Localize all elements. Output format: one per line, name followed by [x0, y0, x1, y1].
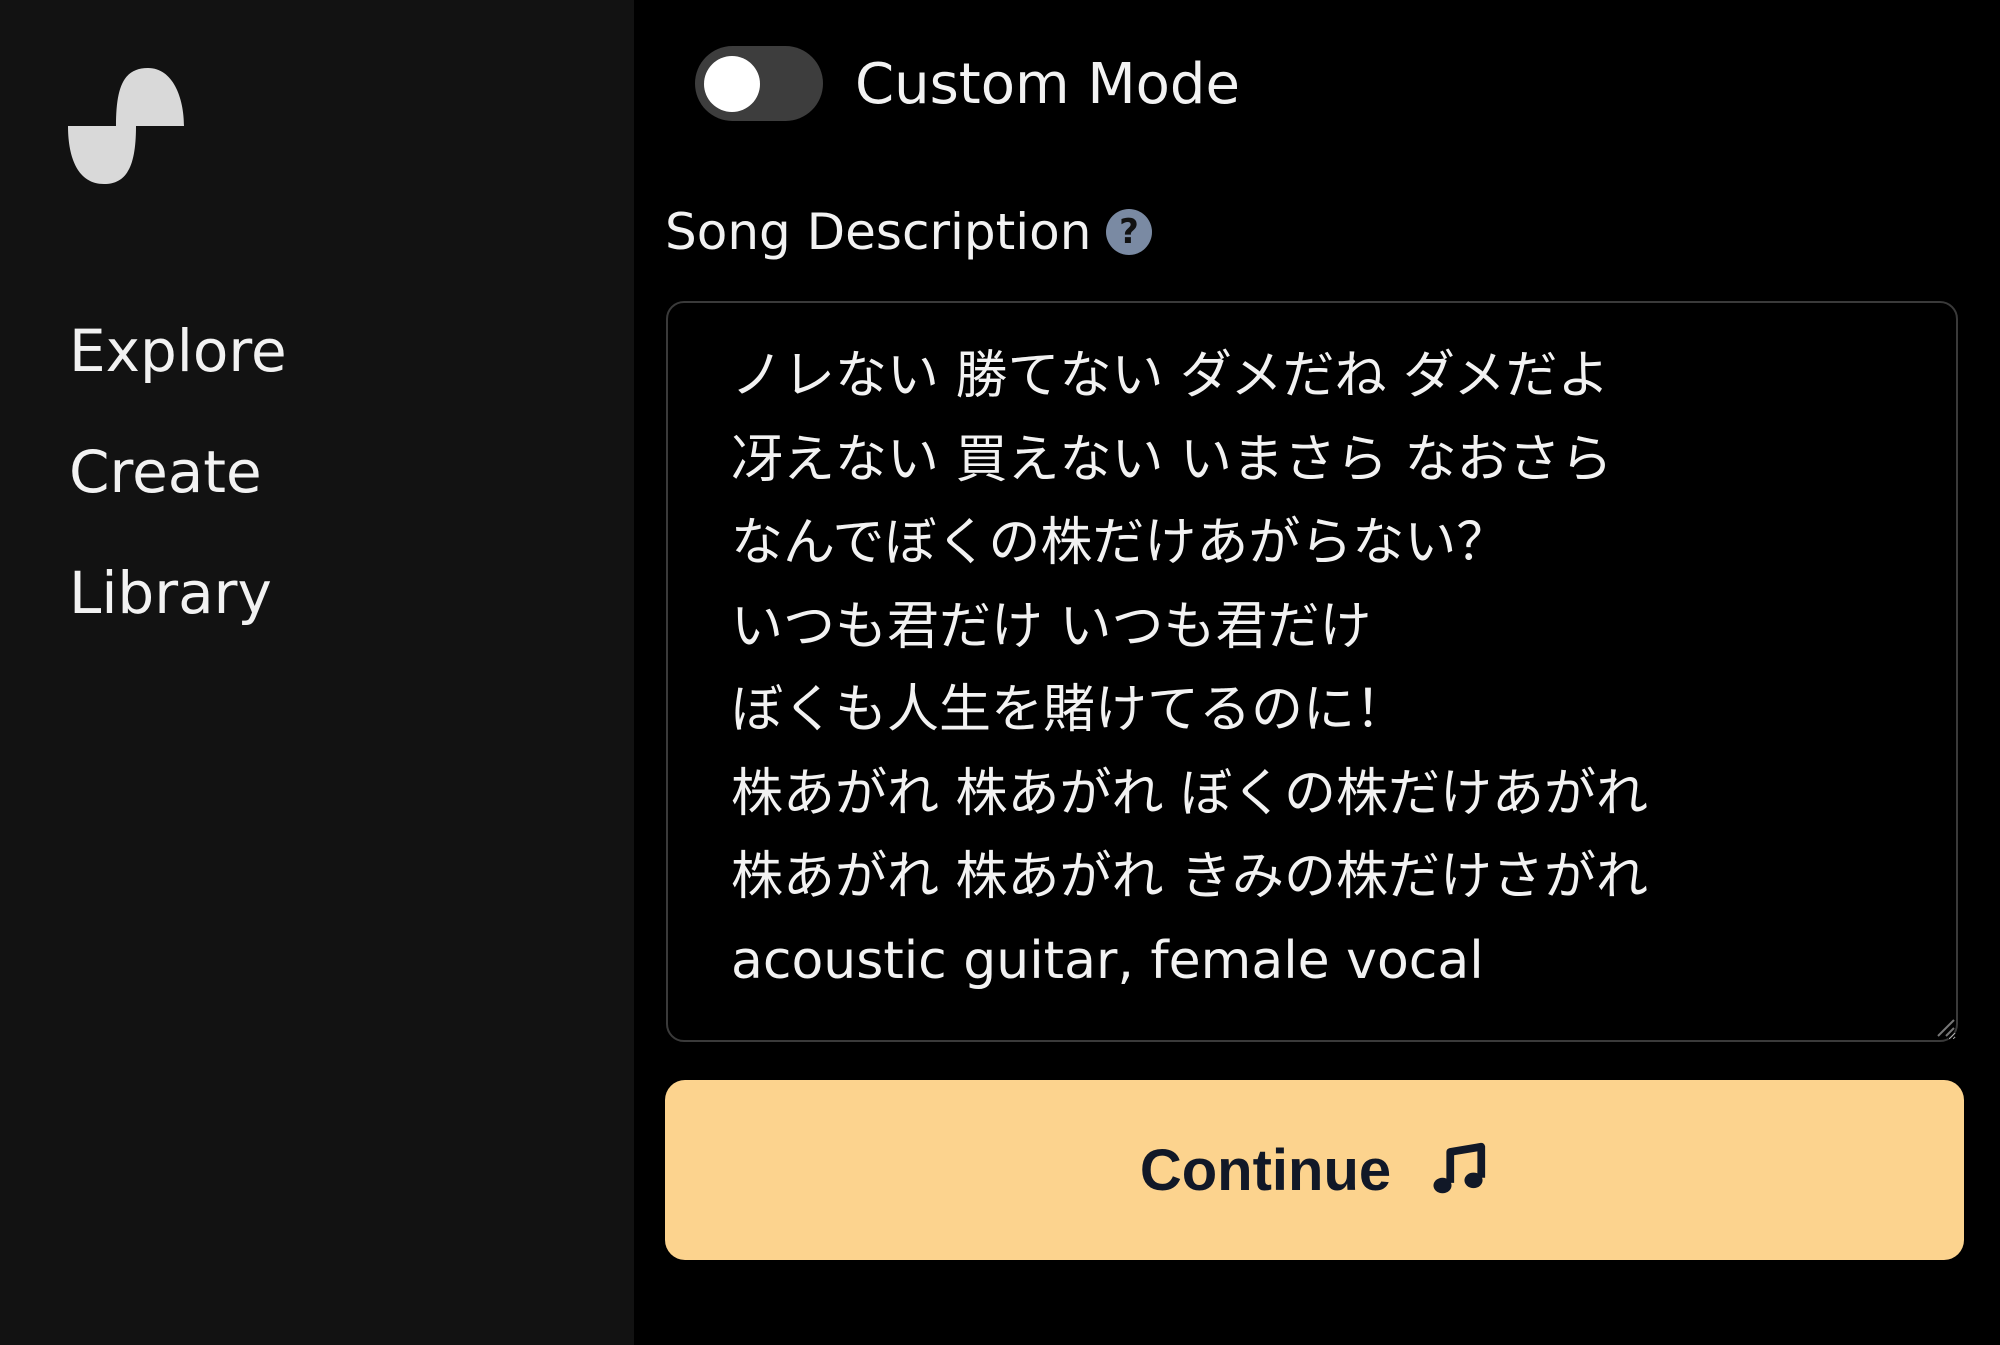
continue-label: Continue [1139, 1137, 1392, 1203]
sidebar-item-explore[interactable]: Explore [69, 322, 287, 380]
resize-handle-icon[interactable] [1934, 1016, 1956, 1038]
create-panel: Custom Mode Song Description ? Continue [634, 0, 2000, 1345]
song-description-input[interactable] [666, 301, 1958, 1042]
sidebar: Explore Create Library [0, 0, 634, 1345]
toggle-knob [704, 56, 760, 112]
custom-mode-toggle[interactable] [695, 46, 823, 121]
question-circle-icon[interactable]: ? [1106, 209, 1152, 255]
custom-mode-label: Custom Mode [855, 52, 1240, 117]
continue-button[interactable]: Continue [665, 1080, 1964, 1260]
music-note-icon [1433, 1142, 1486, 1194]
sidebar-item-library[interactable]: Library [69, 564, 272, 622]
sidebar-item-create[interactable]: Create [69, 443, 262, 501]
logo-icon[interactable] [68, 68, 184, 184]
song-description-label: Song Description [665, 203, 1092, 261]
